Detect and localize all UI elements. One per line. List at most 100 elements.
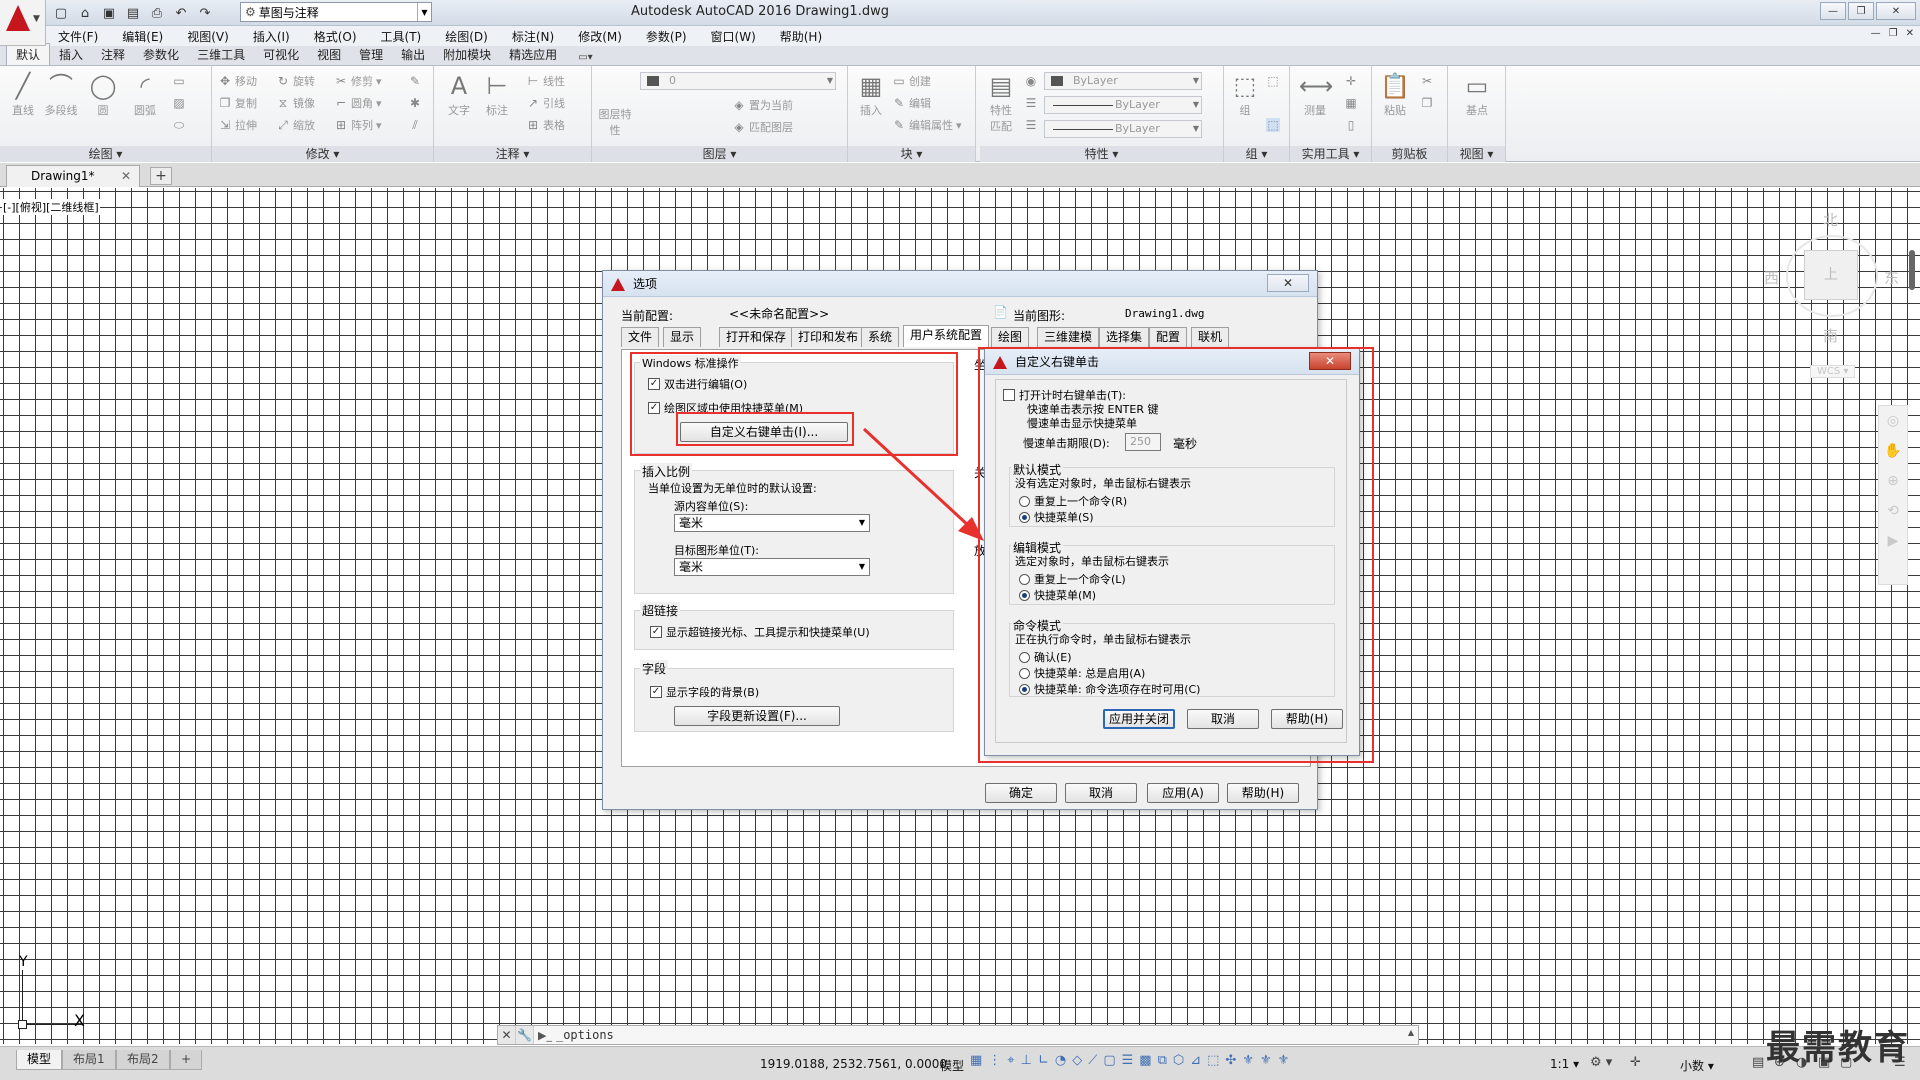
tool-scale[interactable]: ⤢ 缩放 — [276, 116, 315, 134]
ribbon-tab-3d-tools[interactable]: 三维工具 — [188, 44, 254, 65]
dynamic-ucs-icon[interactable]: ⊿ — [1190, 1053, 1201, 1068]
gizmo-icon[interactable]: ✣ — [1225, 1053, 1236, 1068]
pan-icon[interactable]: ✋ — [1879, 436, 1907, 466]
minimize-button[interactable]: — — [1820, 2, 1846, 20]
group-select-icon[interactable]: ⬚ — [1266, 116, 1280, 134]
customize-wrench-icon[interactable]: 🔧 — [516, 1026, 534, 1044]
polar-tracking-icon[interactable]: ◔ — [1055, 1053, 1066, 1068]
ribbon-tab-addins[interactable]: 附加模块 — [434, 44, 500, 65]
panel-view-title[interactable]: 视图 ▾ — [1448, 146, 1505, 162]
tool-layer-properties[interactable]: 图层特性 — [598, 106, 636, 138]
tool-arc[interactable]: ◜ 圆弧 — [126, 70, 164, 118]
minimize-drawing-icon[interactable]: — — [1871, 28, 1881, 39]
panel-draw-title[interactable]: 绘图 ▾ — [0, 146, 211, 162]
tab-user-preferences[interactable]: 用户系统配置 — [903, 325, 990, 347]
tool-paste[interactable]: 📋 粘贴 — [1376, 70, 1414, 118]
close-window-button[interactable]: ✕ — [1876, 2, 1916, 20]
tab-profiles[interactable]: 配置 — [1149, 327, 1188, 347]
tool-fillet[interactable]: ⌐ 圆角 ▾ — [334, 94, 382, 112]
tool-mirror[interactable]: ⧖ 镜像 — [276, 94, 315, 112]
tool-hatch[interactable]: ▨ — [172, 94, 186, 112]
apply-button[interactable]: 应用(A) — [1147, 783, 1219, 803]
ok-button[interactable]: 确定 — [985, 783, 1057, 803]
annotation-visibility-icon[interactable]: ⚜ — [1242, 1053, 1254, 1068]
tab-system[interactable]: 系统 — [861, 327, 900, 347]
ribbon-tab-featured-apps[interactable]: 精选应用 — [500, 44, 566, 65]
menu-edit[interactable]: 编辑(E) — [110, 28, 175, 45]
menu-file[interactable]: 文件(F) — [46, 28, 110, 45]
tool-leader[interactable]: ↗ 引线 — [526, 94, 565, 112]
selection-cycling-icon[interactable]: ⧉ — [1158, 1053, 1167, 1068]
tool-rotate[interactable]: ↻ 旋转 — [276, 72, 315, 90]
isodraft-icon[interactable]: ◇ — [1072, 1053, 1082, 1068]
ribbon-tab-default[interactable]: 默认 — [6, 43, 51, 65]
new-tab-button[interactable]: + — [150, 167, 172, 185]
3d-osnap-icon[interactable]: ⬡ — [1173, 1053, 1184, 1068]
lineweight-toggle-icon[interactable]: ☰ — [1122, 1053, 1134, 1068]
compass-west[interactable]: 西 — [1764, 267, 1779, 288]
compass-south[interactable]: 南 — [1823, 325, 1838, 346]
ribbon-tab-view[interactable]: 视图 — [308, 44, 350, 65]
selection-filter-icon[interactable]: ⬚ — [1207, 1053, 1219, 1068]
workspace-switch-icon[interactable]: ⚙ ▾ — [1590, 1055, 1612, 1070]
add-layout-button[interactable]: + — [170, 1050, 203, 1070]
menu-view[interactable]: 视图(V) — [175, 28, 241, 45]
field-background-option[interactable]: ✓ 显示字段的背景(B) — [650, 684, 759, 700]
menu-modify[interactable]: 修改(M) — [566, 28, 634, 45]
tab-open-save[interactable]: 打开和保存 — [719, 327, 794, 347]
chevron-up-icon[interactable]: ▲ — [1408, 1028, 1414, 1037]
menu-insert[interactable]: 插入(I) — [241, 28, 302, 45]
ungroup-icon[interactable]: ⬚ — [1266, 72, 1280, 90]
document-tab[interactable]: Drawing1* ✕ — [6, 165, 140, 187]
layer-combo[interactable]: 0 ▼ — [640, 72, 836, 90]
showmotion-icon[interactable]: ▶ — [1879, 526, 1907, 556]
panel-modify-title[interactable]: 修改 ▾ — [212, 146, 433, 162]
ribbon-tab-visualize[interactable]: 可视化 — [254, 44, 308, 65]
ribbon-tab-parametric[interactable]: 参数化 — [134, 44, 188, 65]
ortho-icon[interactable]: ∟ — [1038, 1053, 1049, 1068]
ribbon-minimize-icon[interactable]: ▭▾ — [574, 50, 596, 65]
scrollbar-thumb[interactable] — [1909, 250, 1915, 290]
field-update-settings-button[interactable]: 字段更新设置(F)... — [674, 706, 840, 726]
units-value[interactable]: 小数 ▾ — [1680, 1057, 1714, 1074]
tool-stretch[interactable]: ⇲ 拉伸 — [218, 116, 257, 134]
tool-rectangle[interactable]: ▭ — [172, 72, 186, 90]
panel-properties-title[interactable]: 特性 ▾ — [980, 146, 1223, 162]
options-dialog-title-bar[interactable]: 选项 ✕ — [603, 271, 1317, 297]
ribbon-tab-manage[interactable]: 管理 — [350, 44, 392, 65]
tool-group[interactable]: ⬚ 组 — [1226, 70, 1264, 118]
tool-move[interactable]: ✥ 移动 — [218, 72, 257, 90]
tool-text[interactable]: A 文字 — [440, 70, 478, 118]
cancel-button[interactable]: 取消 — [1065, 783, 1137, 803]
orbit-icon[interactable]: ⟲ — [1879, 496, 1907, 526]
layout-tab-layout1[interactable]: 布局1 — [62, 1050, 116, 1070]
restore-button[interactable]: ❐ — [1848, 2, 1874, 20]
command-input[interactable] — [555, 1028, 1336, 1042]
tool-array[interactable]: ⊞ 阵列 ▾ — [334, 116, 382, 134]
close-drawing-icon[interactable]: ✕ — [1906, 28, 1914, 39]
hyperlink-option[interactable]: ✓ 显示超链接光标、工具提示和快捷菜单(U) — [650, 624, 870, 640]
ribbon-tab-insert[interactable]: 插入 — [50, 44, 92, 65]
panel-utilities-title[interactable]: 实用工具 ▾ — [1290, 146, 1371, 162]
auto-scale-icon[interactable]: ⚜ — [1260, 1053, 1272, 1068]
tool-ellipse[interactable]: ⬭ — [172, 116, 186, 134]
menu-format[interactable]: 格式(O) — [302, 28, 369, 45]
tab-3d-modeling[interactable]: 三维建模 — [1037, 327, 1100, 347]
ribbon-tab-annotate[interactable]: 注释 — [92, 44, 134, 65]
tool-linear[interactable]: ⊢ 线性 — [526, 72, 565, 90]
transparency-icon[interactable]: ▩ — [1139, 1053, 1151, 1068]
tool-dimension[interactable]: ⊢ 标注 — [478, 70, 516, 118]
model-space-button[interactable]: 模型 — [940, 1057, 964, 1074]
annotation-monitor-icon[interactable]: ✛ — [1630, 1055, 1641, 1070]
tab-selection[interactable]: 选择集 — [1099, 327, 1150, 347]
panel-layers-title[interactable]: 图层 ▾ — [592, 146, 847, 162]
source-units-select[interactable]: 毫米 ▼ — [674, 514, 870, 532]
tool-measure[interactable]: ⟷ 测量 — [1296, 70, 1334, 118]
target-units-select[interactable]: 毫米 ▼ — [674, 558, 870, 576]
menu-window[interactable]: 窗口(W) — [699, 28, 768, 45]
panel-annotation-title[interactable]: 注释 ▾ — [434, 146, 591, 162]
viewcube-face-top[interactable]: 上 — [1804, 250, 1858, 300]
tool-create-block[interactable]: ▭ 创建 — [892, 72, 931, 90]
menu-tools[interactable]: 工具(T) — [369, 28, 434, 45]
tab-files[interactable]: 文件 — [621, 327, 660, 347]
